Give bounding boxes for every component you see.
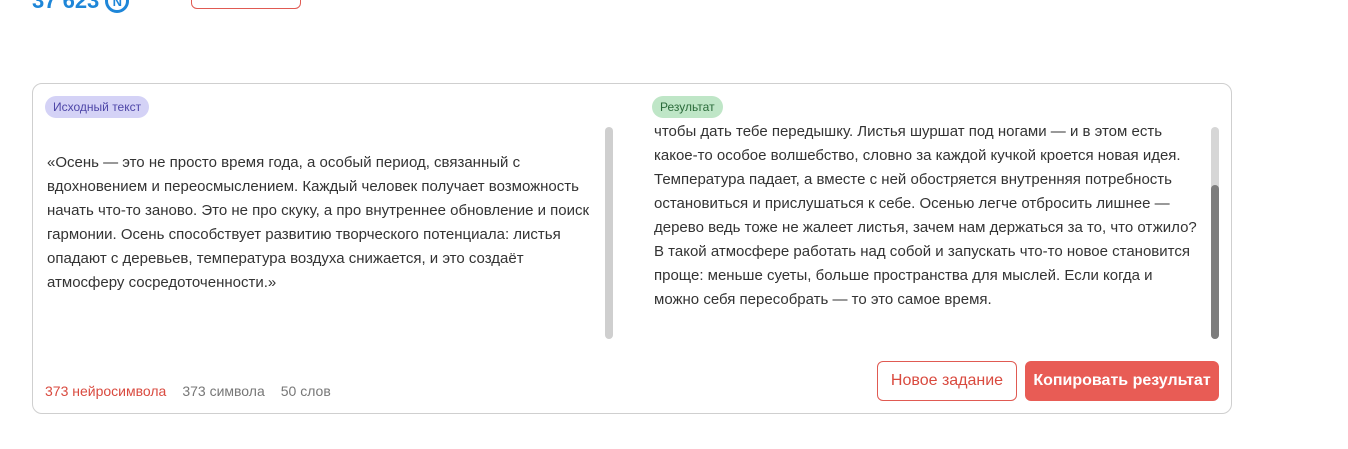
word-count: 50 слов <box>280 383 331 399</box>
text-stats: 373 нейросимвола 373 символа 50 слов <box>45 383 331 399</box>
result-scrollbar-thumb[interactable] <box>1211 185 1219 339</box>
source-scrollbar[interactable] <box>605 127 613 339</box>
balance-value: 37 623 <box>32 0 100 13</box>
neuro-symbol-count: 373 нейросимвола <box>45 383 167 399</box>
rewrite-card: Исходный текст Результат «Осень — это не… <box>32 83 1232 414</box>
symbol-count: 373 символа <box>182 383 265 399</box>
result-text: чтобы дать тебе передышку. Листья шуршат… <box>654 123 1197 308</box>
coin-n-icon: N <box>105 0 130 13</box>
new-task-button[interactable]: Новое задание <box>877 361 1017 401</box>
result-scrollbar[interactable] <box>1211 127 1219 339</box>
copy-result-button[interactable]: Копировать результат <box>1025 361 1219 401</box>
source-tag: Исходный текст <box>45 96 150 118</box>
balance-display: 37 623 N <box>32 0 130 14</box>
source-text[interactable]: «Осень — это не просто время года, а осо… <box>47 151 595 341</box>
result-tag: Результат <box>652 96 723 118</box>
header-action-button[interactable] <box>191 0 301 9</box>
